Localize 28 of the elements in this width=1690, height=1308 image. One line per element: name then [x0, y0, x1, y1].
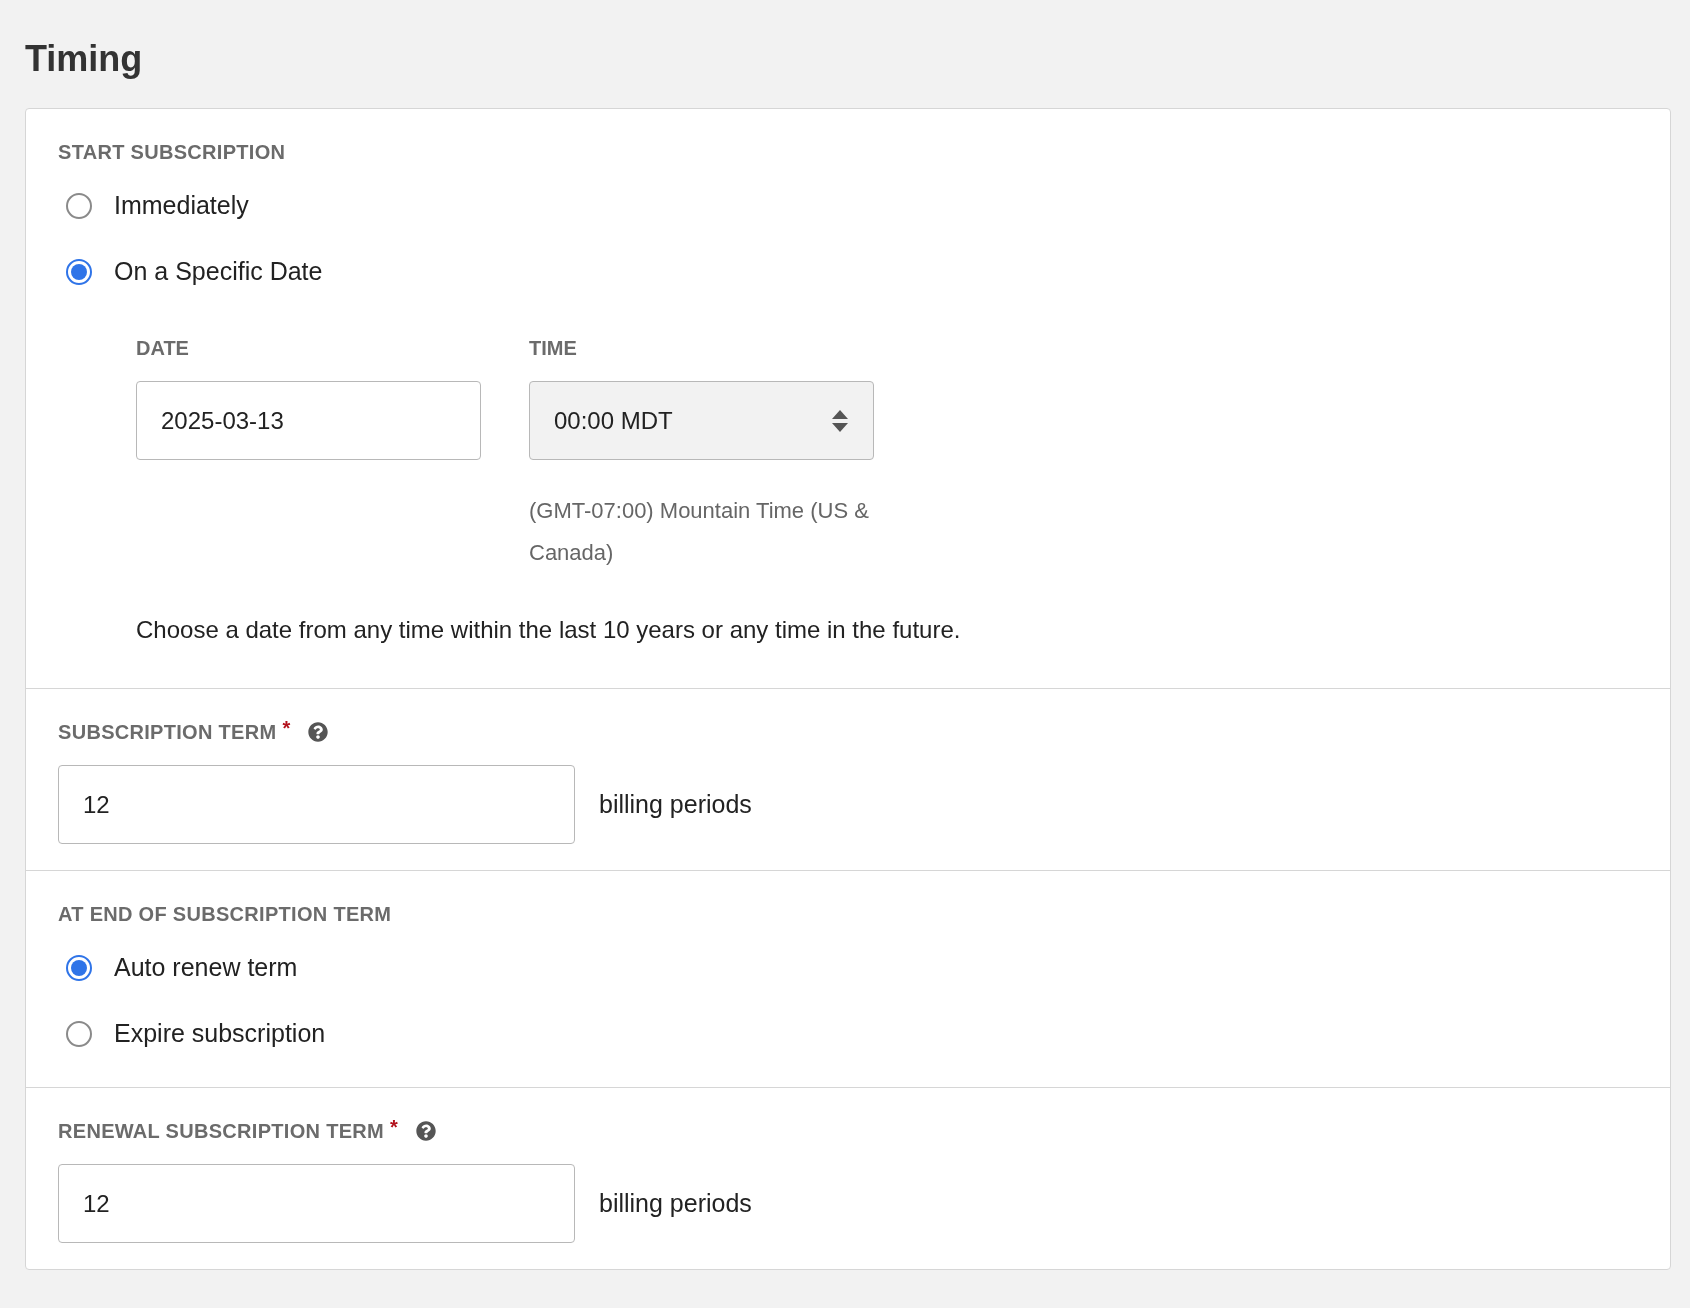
radio-label: Auto renew term	[114, 952, 298, 984]
term-input[interactable]: 12	[58, 765, 575, 844]
radio-label: Immediately	[114, 190, 249, 222]
date-label: DATE	[136, 336, 190, 361]
help-text: Choose a date from any time within the last 10 years or any time in the future.	[136, 615, 962, 645]
section-label: AT END OF SUBSCRIPTION TERM	[58, 903, 392, 925]
radio-label: Expire subscription	[114, 1018, 326, 1050]
date-input[interactable]: 2025-03-13	[136, 381, 481, 460]
help-icon[interactable]	[415, 1121, 436, 1141]
term-input[interactable]: 12	[58, 1164, 575, 1243]
timezone-note: (GMT-07:00) Mountain Time (US & Canada)	[529, 497, 870, 567]
section-label: SUBSCRIPTION TERM	[58, 720, 277, 745]
time-label: TIME	[529, 336, 578, 361]
required-mark: *	[390, 1115, 398, 1140]
radio-button[interactable]	[66, 193, 92, 219]
help-icon[interactable]	[308, 722, 329, 742]
section-label: START SUBSCRIPTION	[58, 141, 286, 163]
page-title: Timing	[25, 37, 144, 81]
time-select[interactable]: 00:00 MDT	[529, 381, 874, 460]
radio-button[interactable]	[66, 1021, 92, 1047]
required-mark: *	[282, 716, 291, 741]
sort-arrows-icon	[831, 408, 849, 433]
radio-button[interactable]	[66, 955, 92, 981]
radio-button[interactable]	[66, 259, 92, 285]
section-label: RENEWAL SUBSCRIPTION TERM	[58, 1119, 385, 1144]
radio-label: On a Specific Date	[114, 256, 323, 288]
unit-label: billing periods	[599, 1187, 752, 1219]
unit-label: billing periods	[599, 788, 752, 820]
